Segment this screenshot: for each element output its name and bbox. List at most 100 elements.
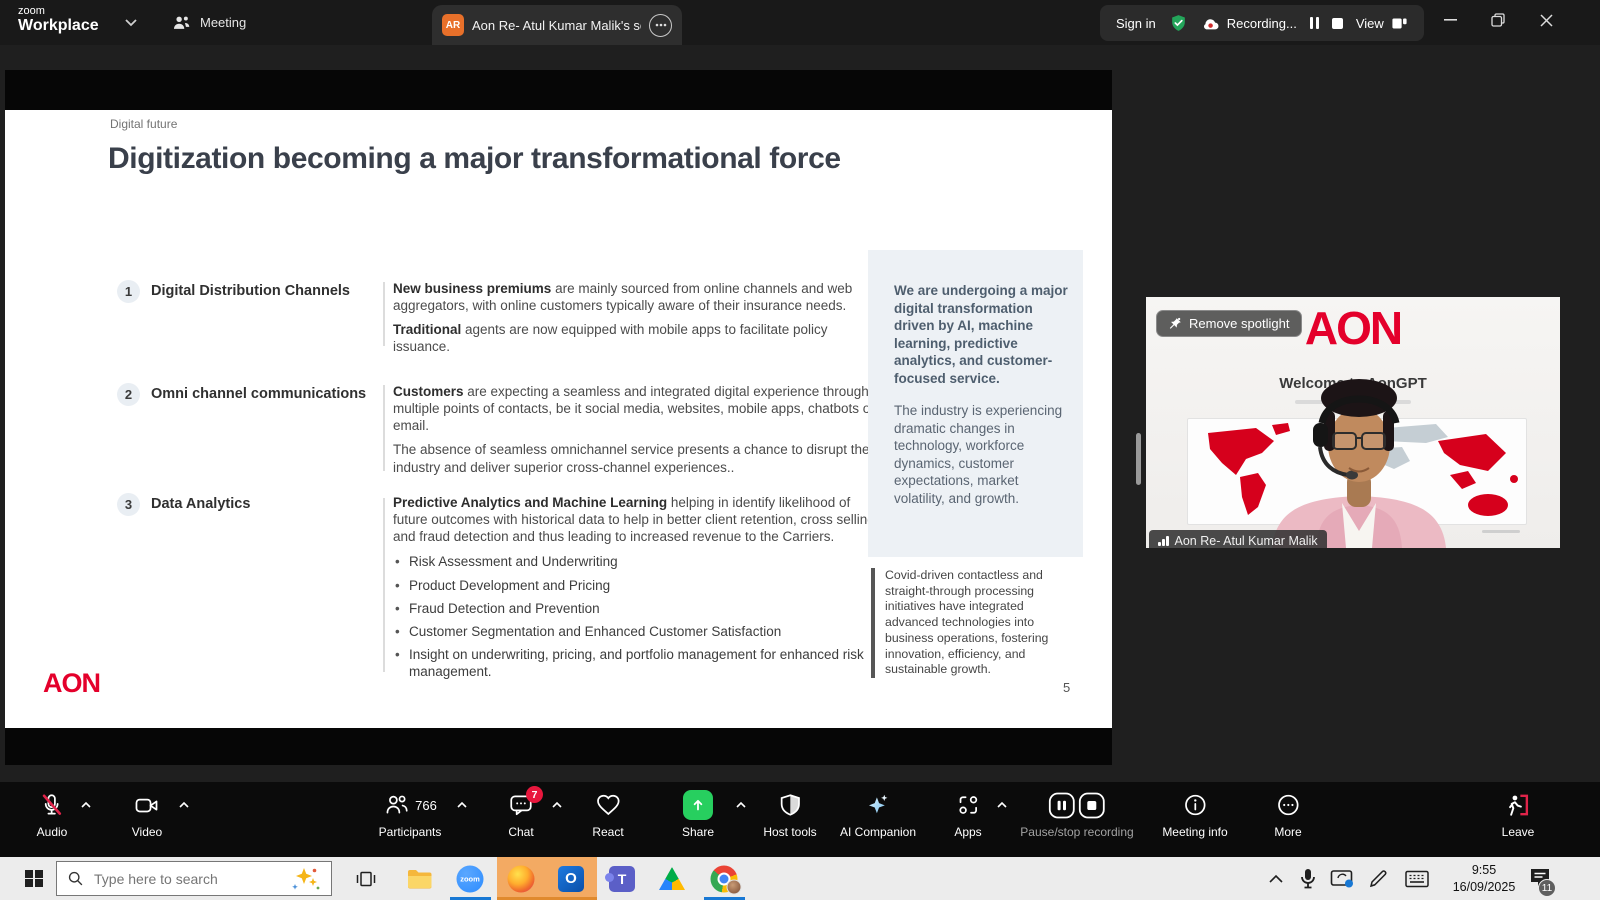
audio-button[interactable]: Audio (37, 791, 68, 839)
titlebar-controls: Sign in Recording... View (1100, 5, 1424, 41)
pause-stop-recording-button[interactable]: Pause/stop recording (1020, 791, 1133, 839)
slide-paragraph: Traditional agents are now equipped with… (393, 321, 885, 355)
copilot-sparkle-icon (291, 866, 321, 892)
participants-chevron[interactable] (456, 801, 468, 809)
google-drive-icon (659, 867, 685, 890)
video-label: Video (132, 825, 162, 839)
close-button[interactable] (1522, 0, 1570, 40)
divider (383, 282, 385, 346)
zoom-app-button[interactable]: zoom (457, 865, 484, 892)
touch-keyboard-button[interactable] (1405, 870, 1429, 887)
remove-spotlight-button[interactable]: Remove spotlight (1156, 310, 1302, 337)
meeting-people-icon (172, 14, 191, 31)
audio-label: Audio (37, 825, 68, 839)
chat-badge: 7 (526, 786, 543, 803)
share-label: Share (682, 825, 714, 839)
divider (383, 385, 385, 471)
share-button[interactable]: Share (682, 791, 714, 839)
teams-button[interactable]: T (609, 866, 635, 892)
row-label-2: Omni channel communications (151, 386, 366, 402)
outlook-button[interactable]: O (558, 866, 584, 892)
slide-eyebrow: Digital future (110, 117, 177, 131)
maximize-button[interactable] (1474, 0, 1522, 40)
file-explorer-button[interactable] (407, 867, 434, 890)
slide-bullet: Customer Segmentation and Enhanced Custo… (393, 623, 885, 640)
tray-display-button[interactable] (1330, 869, 1354, 889)
scrollbar[interactable] (1136, 433, 1141, 485)
share-screen-icon (683, 790, 713, 820)
quote-lead: We are undergoing a major digital transf… (894, 282, 1068, 387)
chat-label: Chat (508, 825, 533, 839)
mic-muted-icon (39, 792, 65, 818)
spotlight-video-tile[interactable]: AON Welcome to AonGPT (1146, 297, 1560, 548)
apps-chevron[interactable] (996, 801, 1008, 809)
tab-more-icon[interactable] (649, 14, 672, 37)
chat-chevron[interactable] (551, 801, 563, 809)
leave-button[interactable]: Leave (1502, 791, 1535, 839)
search-icon (67, 870, 84, 887)
clock-time: 9:55 (1472, 862, 1496, 878)
info-icon (1182, 792, 1208, 818)
tab-screen-share[interactable]: AR Aon Re- Atul Kumar Malik's scree (432, 5, 682, 45)
video-button[interactable]: Video (132, 791, 162, 839)
apps-button[interactable]: Apps (954, 791, 981, 839)
tray-pen-icon (1368, 869, 1388, 889)
slide-paragraph: Customers are expecting a seamless and i… (393, 383, 885, 434)
task-view-button[interactable] (354, 867, 378, 891)
more-button[interactable]: More (1274, 791, 1301, 839)
meeting-main-area: Digital future Digitization becoming a m… (0, 45, 1600, 782)
sparkle-icon (865, 792, 891, 818)
security-shield-icon[interactable] (1169, 13, 1188, 33)
more-label: More (1274, 825, 1301, 839)
tray-show-hidden-button[interactable] (1268, 874, 1284, 884)
apps-label: Apps (954, 825, 981, 839)
tray-display-icon (1330, 869, 1354, 889)
tray-pen-button[interactable] (1368, 869, 1388, 889)
firefox-button[interactable] (508, 865, 535, 892)
meeting-info-label: Meeting info (1162, 825, 1227, 839)
clock-date: 16/09/2025 (1453, 879, 1516, 895)
meeting-toolbar: Audio Video 766 Participants 7 Chat Reac… (0, 782, 1600, 857)
view-button[interactable]: View (1356, 16, 1408, 31)
google-drive-button[interactable] (659, 867, 685, 890)
chrome-button[interactable] (711, 865, 738, 892)
tray-mic-icon (1299, 868, 1317, 890)
start-button[interactable] (14, 857, 54, 900)
ai-companion-button[interactable]: AI Companion (840, 791, 916, 839)
stop-recording-icon[interactable] (1332, 18, 1343, 29)
pause-recording-icon (1049, 792, 1076, 819)
search-input[interactable] (92, 870, 283, 888)
window-titlebar: zoom Workplace Meeting AR Aon Re- Atul K… (0, 0, 1600, 45)
participants-label: Participants (379, 825, 442, 839)
slide-bullet: Product Development and Pricing (393, 577, 885, 594)
cloud-recording-icon (1201, 16, 1221, 31)
chat-button[interactable]: 7 Chat (508, 791, 534, 839)
pause-stop-recording-label: Pause/stop recording (1020, 825, 1133, 839)
windows-taskbar: zoom O T 9:55 16/09/2025 11 (0, 857, 1600, 900)
participants-button[interactable]: 766 Participants (379, 791, 442, 839)
slide-paragraph: Predictive Analytics and Machine Learnin… (393, 494, 885, 545)
outlook-icon: O (558, 866, 584, 892)
taskbar-clock[interactable]: 9:55 16/09/2025 (1449, 857, 1519, 900)
meeting-info-button[interactable]: Meeting info (1162, 791, 1227, 839)
notification-count-badge: 11 (1538, 879, 1556, 897)
ai-companion-label: AI Companion (840, 825, 916, 839)
windows-logo-icon (25, 870, 43, 888)
sign-in-button[interactable]: Sign in (1116, 16, 1156, 31)
react-button[interactable]: React (592, 791, 623, 839)
pause-recording-icon[interactable] (1310, 17, 1319, 29)
minimize-button[interactable] (1426, 0, 1474, 40)
share-chevron[interactable] (735, 801, 747, 809)
apps-icon (955, 792, 981, 818)
tab-meeting[interactable]: Meeting (172, 0, 246, 45)
notification-center-button[interactable]: 11 (1528, 865, 1552, 889)
audio-chevron[interactable] (80, 801, 92, 809)
firefox-icon (508, 865, 535, 892)
ellipsis-icon (1275, 792, 1301, 818)
tray-mic-button[interactable] (1299, 868, 1317, 890)
host-tools-button[interactable]: Host tools (763, 791, 816, 839)
taskbar-search[interactable] (56, 861, 332, 896)
video-chevron[interactable] (178, 801, 190, 809)
workspace-chevron-down-icon[interactable] (124, 18, 138, 27)
chrome-profile-avatar (727, 879, 742, 894)
